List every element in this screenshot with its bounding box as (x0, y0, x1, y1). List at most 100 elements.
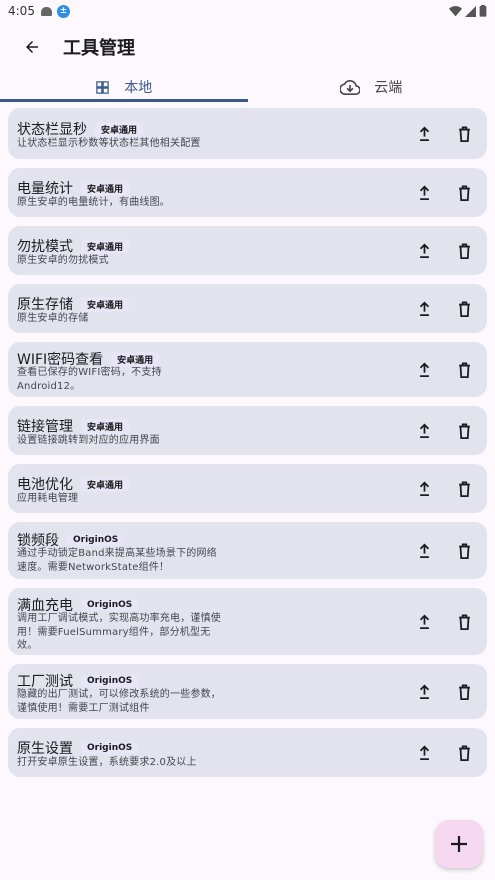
tool-card[interactable]: 工厂测试 OriginOS 隐藏的出厂测试，可以修改系统的一些参数，谨慎使用！需… (8, 664, 487, 719)
upload-button[interactable] (415, 124, 433, 144)
delete-button[interactable] (455, 241, 473, 261)
upload-button[interactable] (415, 360, 433, 380)
tab-cloud-label: 云端 (374, 80, 403, 96)
delete-button[interactable] (455, 541, 473, 561)
delete-icon (458, 422, 470, 439)
page-title: 工具管理 (63, 38, 135, 59)
battery-icon (479, 5, 487, 17)
status-bar: 4:05 ± (0, 0, 495, 22)
upload-button[interactable] (415, 612, 433, 632)
delete-button[interactable] (455, 421, 473, 441)
delete-button[interactable] (455, 612, 473, 632)
upload-button[interactable] (415, 421, 433, 441)
tool-tag: 安卓通用 (81, 180, 130, 196)
delete-button[interactable] (455, 360, 473, 380)
delete-icon (458, 242, 470, 259)
tool-title: 链接管理 (17, 419, 73, 435)
tool-desc: 原生安卓的电量统计，有曲线图。 (17, 197, 170, 208)
status-time: 4:05 (8, 4, 35, 18)
tool-title: 原生设置 (17, 741, 73, 757)
upload-icon (419, 126, 429, 141)
tool-desc: 原生安卓的勿扰模式 (17, 255, 109, 266)
delete-icon (458, 744, 470, 761)
delete-button[interactable] (455, 183, 473, 203)
delete-icon (458, 184, 470, 201)
upload-icon (419, 745, 429, 760)
tool-card[interactable]: 原生设置 OriginOS 打开安卓原生设置，系统要求2.0及以上 (8, 728, 487, 777)
tool-title: 状态栏显秒 (17, 122, 87, 138)
upload-button[interactable] (415, 682, 433, 702)
upload-icon (419, 243, 429, 258)
add-tool-button[interactable] (435, 820, 483, 868)
tool-title: 电量统计 (17, 181, 73, 197)
cloud-download-icon (340, 79, 361, 95)
delete-icon (458, 613, 470, 630)
upload-icon (419, 684, 429, 699)
upload-button[interactable] (415, 299, 433, 319)
upload-button[interactable] (415, 479, 433, 499)
grid-icon (95, 80, 110, 95)
tool-card[interactable]: 原生存储 安卓通用 原生安卓的存储 (8, 284, 487, 333)
upload-icon (419, 543, 429, 558)
upload-icon (419, 362, 429, 377)
delete-button[interactable] (455, 299, 473, 319)
tool-desc: 通过手动锁定Band来提高某些场景下的网络速度。需要NetworkState组件… (17, 548, 217, 573)
tool-card[interactable]: 锁频段 OriginOS 通过手动锁定Band来提高某些场景下的网络速度。需要N… (8, 522, 487, 579)
tool-title: 电池优化 (17, 477, 73, 493)
upload-button[interactable] (415, 541, 433, 561)
tab-local[interactable]: 本地 (0, 72, 248, 102)
tool-card[interactable]: 链接管理 安卓通用 设置链接跳转到对应的应用界面 (8, 406, 487, 455)
delete-icon (458, 300, 470, 317)
delete-icon (458, 480, 470, 497)
tool-desc: 查看已保存的WIFI密码，不支持Android12。 (17, 367, 162, 392)
tab-cloud[interactable]: 云端 (248, 72, 495, 102)
tool-card[interactable]: WIFI密码查看 安卓通用 查看已保存的WIFI密码，不支持Android12。 (8, 342, 487, 397)
tool-tag: OriginOS (81, 675, 139, 687)
tool-desc: 让状态栏显示秒数等状态栏其他相关配置 (17, 138, 201, 149)
tool-card[interactable]: 电池优化 安卓通用 应用耗电管理 (8, 464, 487, 513)
tool-card[interactable]: 状态栏显秒 安卓通用 让状态栏显示秒数等状态栏其他相关配置 (8, 108, 487, 159)
tool-tag: 安卓通用 (81, 418, 130, 434)
arrow-back-icon (26, 41, 38, 53)
tool-desc: 应用耗电管理 (17, 493, 79, 504)
delete-button[interactable] (455, 682, 473, 702)
wifi-icon (449, 5, 462, 16)
tool-desc: 隐藏的出厂测试，可以修改系统的一些参数，谨慎使用！需要工厂测试组件 (17, 689, 221, 714)
upload-icon (419, 614, 429, 629)
tool-desc: 设置链接跳转到对应的应用界面 (17, 435, 160, 446)
app-bar: 工具管理 (0, 24, 495, 70)
signal-icon (465, 5, 476, 17)
tab-local-label: 本地 (124, 80, 153, 96)
delete-button[interactable] (455, 743, 473, 763)
tool-tag: 安卓通用 (81, 476, 130, 492)
tool-tag: OriginOS (81, 742, 139, 754)
upload-icon (419, 301, 429, 316)
tool-title: 原生存储 (17, 297, 73, 313)
tool-tag: 安卓通用 (111, 351, 160, 367)
android-notification-icon (40, 6, 52, 16)
delete-icon (458, 361, 470, 378)
upload-button[interactable] (415, 183, 433, 203)
back-button[interactable] (8, 25, 56, 69)
app-notification-icon: ± (56, 4, 70, 18)
tool-desc: 打开安卓原生设置，系统要求2.0及以上 (17, 757, 197, 768)
delete-icon (458, 125, 470, 142)
tool-tag: 安卓通用 (95, 121, 144, 137)
tool-tag: OriginOS (81, 599, 139, 611)
tool-tag: 安卓通用 (81, 296, 130, 312)
delete-icon (458, 683, 470, 700)
upload-icon (419, 481, 429, 496)
delete-icon (458, 542, 470, 559)
tool-card[interactable]: 电量统计 安卓通用 原生安卓的电量统计，有曲线图。 (8, 168, 487, 217)
upload-button[interactable] (415, 241, 433, 261)
tool-tag: 安卓通用 (81, 238, 130, 254)
tool-title: 勿扰模式 (17, 239, 73, 255)
tool-tag: OriginOS (67, 534, 125, 546)
upload-button[interactable] (415, 743, 433, 763)
tool-card[interactable]: 满血充电 OriginOS 调用工厂调试模式，实现高功率充电，谨慎使用！需要Fu… (8, 588, 487, 655)
tool-desc: 原生安卓的存储 (17, 313, 89, 324)
delete-button[interactable] (455, 124, 473, 144)
tab-bar: 本地 云端 (0, 72, 495, 102)
delete-button[interactable] (455, 479, 473, 499)
tool-card[interactable]: 勿扰模式 安卓通用 原生安卓的勿扰模式 (8, 226, 487, 275)
